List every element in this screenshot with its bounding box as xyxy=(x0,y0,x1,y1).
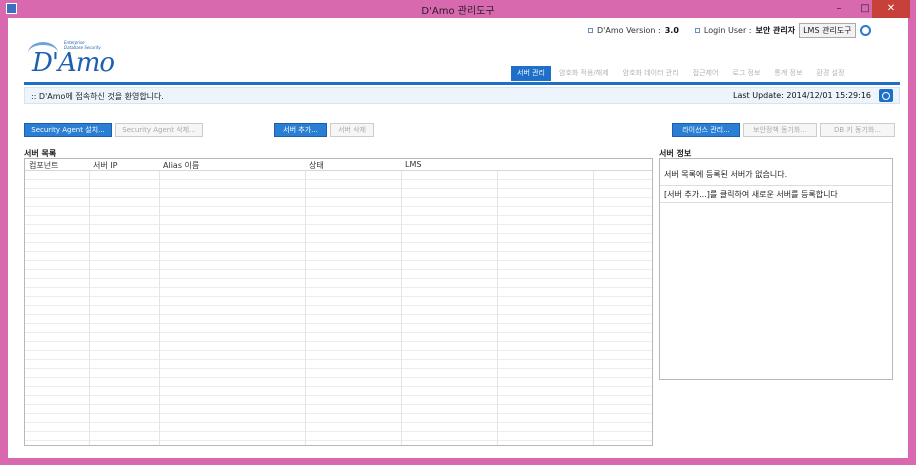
login-user-label: Login User : xyxy=(703,25,752,35)
version-value: 3.0 xyxy=(664,25,679,35)
column-header-lms[interactable]: LMS xyxy=(405,160,421,169)
server-list-table[interactable]: 컴포넌트 서버 IP Alias 이름 상태 LMS xyxy=(24,158,653,446)
install-agent-button[interactable]: Security Agent 설치... xyxy=(24,123,112,137)
tab-log-info[interactable]: 로그 정보 xyxy=(726,66,766,81)
refresh-icon[interactable] xyxy=(879,89,893,102)
welcome-message: :: D'Amo에 접속하신 것을 환영합니다. xyxy=(31,92,164,101)
client-area: Enterprise Database Security D'Amo D'Amo… xyxy=(8,18,908,458)
tab-server-management[interactable]: 서버 관리 xyxy=(511,66,551,81)
window-title: D'Amo 관리도구 xyxy=(421,6,495,17)
login-user-value: 보안 관리자 xyxy=(755,25,796,35)
app-window: D'Amo 관리도구 – □ ✕ Enterprise Database Sec… xyxy=(0,0,916,465)
server-info-panel: 서버 목록에 등록된 서버가 없습니다. [서버 추가...]를 클릭하여 새로… xyxy=(659,158,893,380)
logo-text: D'Amo xyxy=(32,48,115,78)
column-divider xyxy=(305,159,306,445)
server-info-empty-message: 서버 목록에 등록된 서버가 없습니다. xyxy=(664,170,788,179)
add-server-button[interactable]: 서버 추가... xyxy=(274,123,327,137)
version-bullet-icon xyxy=(588,27,593,33)
close-button[interactable]: ✕ xyxy=(872,0,910,18)
settings-gear-icon[interactable] xyxy=(859,24,871,36)
column-header-status[interactable]: 상태 xyxy=(309,160,324,171)
divider xyxy=(660,185,892,186)
header-info: D'Amo Version : 3.0 Login User : 보안 관리자 … xyxy=(588,22,871,38)
server-list-header: 컴포넌트 서버 IP Alias 이름 상태 LMS xyxy=(25,159,652,171)
column-divider xyxy=(497,159,498,445)
column-header-server-ip[interactable]: 서버 IP xyxy=(93,160,117,171)
license-manage-button[interactable]: 라이선스 관리... xyxy=(672,123,740,137)
delete-agent-button[interactable]: Security Agent 삭제... xyxy=(115,123,203,137)
db-key-sync-button[interactable]: DB 키 동기화... xyxy=(820,123,895,137)
main-tabs: 서버 관리 암호화 적용/해제 암호화 데이터 관리 접근제어 로그 정보 통계… xyxy=(511,66,850,81)
divider xyxy=(660,202,892,203)
tab-encrypted-data[interactable]: 암호화 데이터 관리 xyxy=(617,66,685,81)
tab-underline xyxy=(24,82,900,85)
title-bar[interactable]: D'Amo 관리도구 – □ ✕ xyxy=(0,0,916,18)
damo-logo: Enterprise Database Security D'Amo xyxy=(28,34,128,78)
last-update: Last Update: 2014/12/01 15:29:16 xyxy=(733,91,871,100)
server-info-hint: [서버 추가...]를 클릭하여 새로운 서버를 등록합니다 xyxy=(664,190,838,199)
tab-encryption-apply[interactable]: 암호화 적용/해제 xyxy=(553,66,615,81)
tab-settings[interactable]: 환경 설정 xyxy=(810,66,850,81)
security-policy-sync-button[interactable]: 보안정책 동기화... xyxy=(743,123,817,137)
column-divider xyxy=(89,159,90,445)
user-bullet-icon xyxy=(694,27,700,33)
column-header-component[interactable]: 컴포넌트 xyxy=(29,160,58,171)
column-header-alias[interactable]: Alias 이름 xyxy=(163,160,199,171)
message-bar: :: D'Amo에 접속하신 것을 환영합니다. Last Update: 20… xyxy=(24,87,900,104)
tab-statistics[interactable]: 통계 정보 xyxy=(768,66,808,81)
lms-tool-button[interactable]: LMS 관리도구 xyxy=(799,22,856,38)
column-divider xyxy=(401,159,402,445)
tab-access-control[interactable]: 접근제어 xyxy=(687,66,725,81)
delete-server-button[interactable]: 서버 삭제 xyxy=(330,123,374,137)
minimize-button[interactable]: – xyxy=(826,0,852,18)
server-list-rows xyxy=(25,171,652,445)
version-label: D'Amo Version : xyxy=(597,25,661,35)
column-divider xyxy=(159,159,160,445)
column-divider xyxy=(593,159,594,445)
